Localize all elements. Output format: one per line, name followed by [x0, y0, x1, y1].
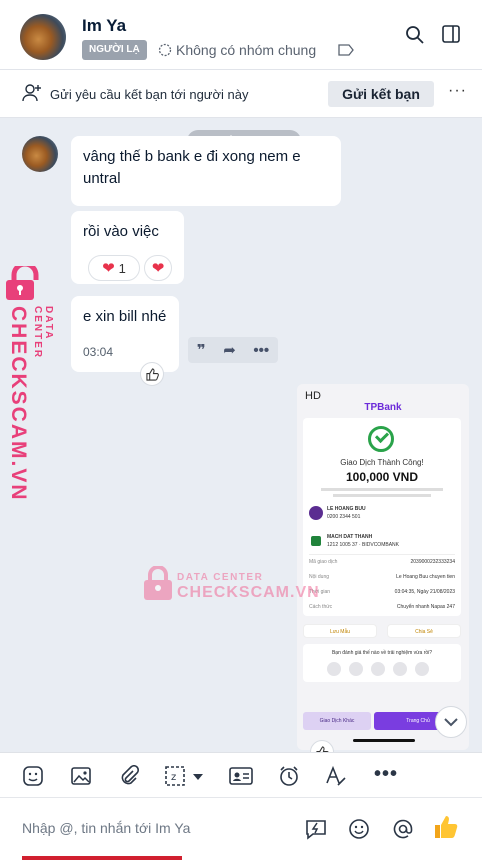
watermark-side: DATA CENTER CHECKSCAM.VN — [4, 261, 54, 502]
scroll-to-bottom-button[interactable] — [435, 706, 467, 738]
watermark-side-top: DATA CENTER — [32, 306, 54, 360]
receipt-amount: 100,000 VND — [345, 470, 419, 484]
contact-card-icon[interactable] — [229, 765, 253, 787]
sender-bank-logo — [309, 506, 323, 520]
receipt-ref-label: Mã giao dịch — [309, 559, 338, 565]
send-friend-request-button[interactable]: Gửi kết bạn — [328, 81, 434, 107]
group-circle-icon — [158, 43, 172, 57]
like-reaction-button[interactable] — [140, 362, 164, 386]
message-time: 03:04 — [83, 345, 114, 359]
receipt-divider — [309, 554, 455, 555]
receipt-receiver: MACH DAT THANH — [327, 534, 373, 540]
add-user-icon — [22, 84, 41, 102]
receiver-bank-logo — [311, 536, 321, 546]
receipt-status: Giao Dịch Thành Công! — [340, 458, 424, 467]
chevron-down-icon — [444, 718, 458, 727]
contact-name[interactable]: Im Ya — [82, 16, 126, 36]
home-indicator — [353, 739, 415, 742]
tag-icon[interactable] — [338, 44, 354, 56]
receipt-sender: LE HOANG BUU — [327, 506, 366, 512]
receipt-share-button: Chia Sẻ — [387, 624, 461, 638]
lock-logo-icon — [6, 261, 39, 300]
text-format-icon[interactable] — [325, 765, 347, 787]
receipt-sender-account: 0200 2344 501 — [327, 514, 361, 520]
composer-toolbar: z ••• — [0, 752, 482, 798]
active-indicator — [22, 856, 182, 860]
chat-header: Im Ya NGƯỜI LẠ Không có nhóm chung — [0, 0, 482, 70]
friend-request-text: Gửi yêu cầu kết bạn tới người này — [50, 87, 249, 102]
thumbs-up-icon[interactable] — [434, 814, 458, 840]
thumbs-up-outline-icon — [145, 367, 159, 381]
more-actions-icon[interactable]: ••• — [253, 342, 269, 359]
more-tools-icon[interactable]: ••• — [374, 763, 398, 786]
sender-avatar[interactable] — [22, 136, 58, 172]
message-text: vâng thế b bank e đi xong nem e untral — [83, 148, 301, 187]
sticker-icon[interactable] — [22, 765, 44, 787]
receipt-time-label: Thời gian — [309, 589, 331, 595]
watermark-center: DATA CENTER CHECKSCAM.VN — [143, 565, 319, 607]
stranger-badge: NGƯỜI LẠ — [82, 40, 147, 60]
message-bubble[interactable]: e xin bill nhé — [71, 296, 179, 372]
message-text: e xin bill nhé — [83, 308, 167, 325]
message-input[interactable]: Nhập @, tin nhắn tới Im Ya — [22, 820, 190, 836]
receipt-note-line — [333, 494, 431, 497]
rating-stars — [327, 662, 429, 676]
heart-icon: ❤ — [102, 260, 115, 277]
search-icon[interactable] — [405, 25, 425, 45]
sidebar-toggle-icon[interactable] — [442, 25, 460, 43]
mention-icon[interactable] — [392, 818, 414, 840]
forward-icon[interactable]: ➦ — [223, 341, 236, 359]
reminder-clock-icon[interactable] — [278, 765, 300, 787]
image-icon[interactable] — [70, 765, 92, 787]
image-message[interactable]: HD TPBank Giao Dịch Thành Công! 100,000 … — [297, 384, 469, 750]
reaction-count: 1 — [118, 260, 126, 276]
message-bubble[interactable]: vâng thế b bank e đi xong nem e untral — [71, 136, 341, 206]
message-actions: ❞ ➦ ••• — [188, 337, 278, 363]
friend-request-bar: Gửi yêu cầu kết bạn tới người này Gửi kế… — [0, 70, 482, 118]
heart-icon: ❤ — [151, 260, 165, 277]
watermark-side-main: CHECKSCAM.VN — [7, 306, 30, 502]
receipt-method-value: Chuyển nhanh Napas 247 — [396, 604, 455, 610]
quick-message-icon[interactable] — [305, 818, 327, 840]
receipt-receiver-account: 1212 1005 37 · BIDVCOMBANK — [327, 542, 399, 548]
receipt-rating: Bạn đánh giá thế nào về trải nghiệm vừa … — [303, 644, 461, 682]
emoji-icon[interactable] — [348, 818, 370, 840]
more-options-icon[interactable]: ··· — [448, 82, 467, 100]
receipt-content-label: Nội dung — [309, 574, 330, 580]
success-check-icon — [368, 426, 394, 452]
rating-prompt: Bạn đánh giá thế nào về trải nghiệm vừa … — [331, 650, 433, 656]
lock-logo-icon — [144, 565, 172, 600]
common-groups[interactable]: Không có nhóm chung — [158, 42, 316, 58]
reaction-summary[interactable]: ❤ 1 — [88, 255, 140, 281]
receipt-ref-value: 2039000232333234 — [410, 559, 456, 565]
receipt-time-value: 03:04:35, Ngày 21/08/2023 — [394, 589, 455, 595]
message-composer: Nhập @, tin nhắn tới Im Ya — [0, 798, 482, 860]
receipt-save-button: Lưu Mẫu — [303, 624, 377, 638]
common-groups-label: Không có nhóm chung — [176, 42, 317, 58]
receipt-other-button: Giao Dịch Khác — [303, 712, 371, 730]
watermark-center-top: DATA CENTER — [177, 572, 264, 583]
message-text: rồi vào việc — [83, 223, 159, 240]
hd-label: HD — [305, 390, 321, 402]
screenshot-icon[interactable]: z — [164, 765, 186, 787]
receipt-content-value: Le Hoang Buu chuyen tien — [396, 574, 455, 580]
react-button[interactable]: ❤ — [144, 255, 172, 281]
chat-area[interactable]: Hôm nay vâng thế b bank e đi xong nem e … — [0, 118, 482, 752]
receipt-method-label: Cách thức — [309, 604, 333, 610]
contact-avatar[interactable] — [20, 14, 66, 60]
svg-text:z: z — [171, 772, 176, 783]
attachment-icon[interactable] — [118, 765, 140, 787]
bank-logo: TPBank — [364, 402, 402, 413]
receipt-note-line — [321, 488, 443, 491]
receipt-card: Giao Dịch Thành Công! 100,000 VND LE HOA… — [303, 418, 461, 616]
quote-icon[interactable]: ❞ — [197, 341, 206, 359]
caret-down-icon[interactable] — [192, 773, 204, 781]
